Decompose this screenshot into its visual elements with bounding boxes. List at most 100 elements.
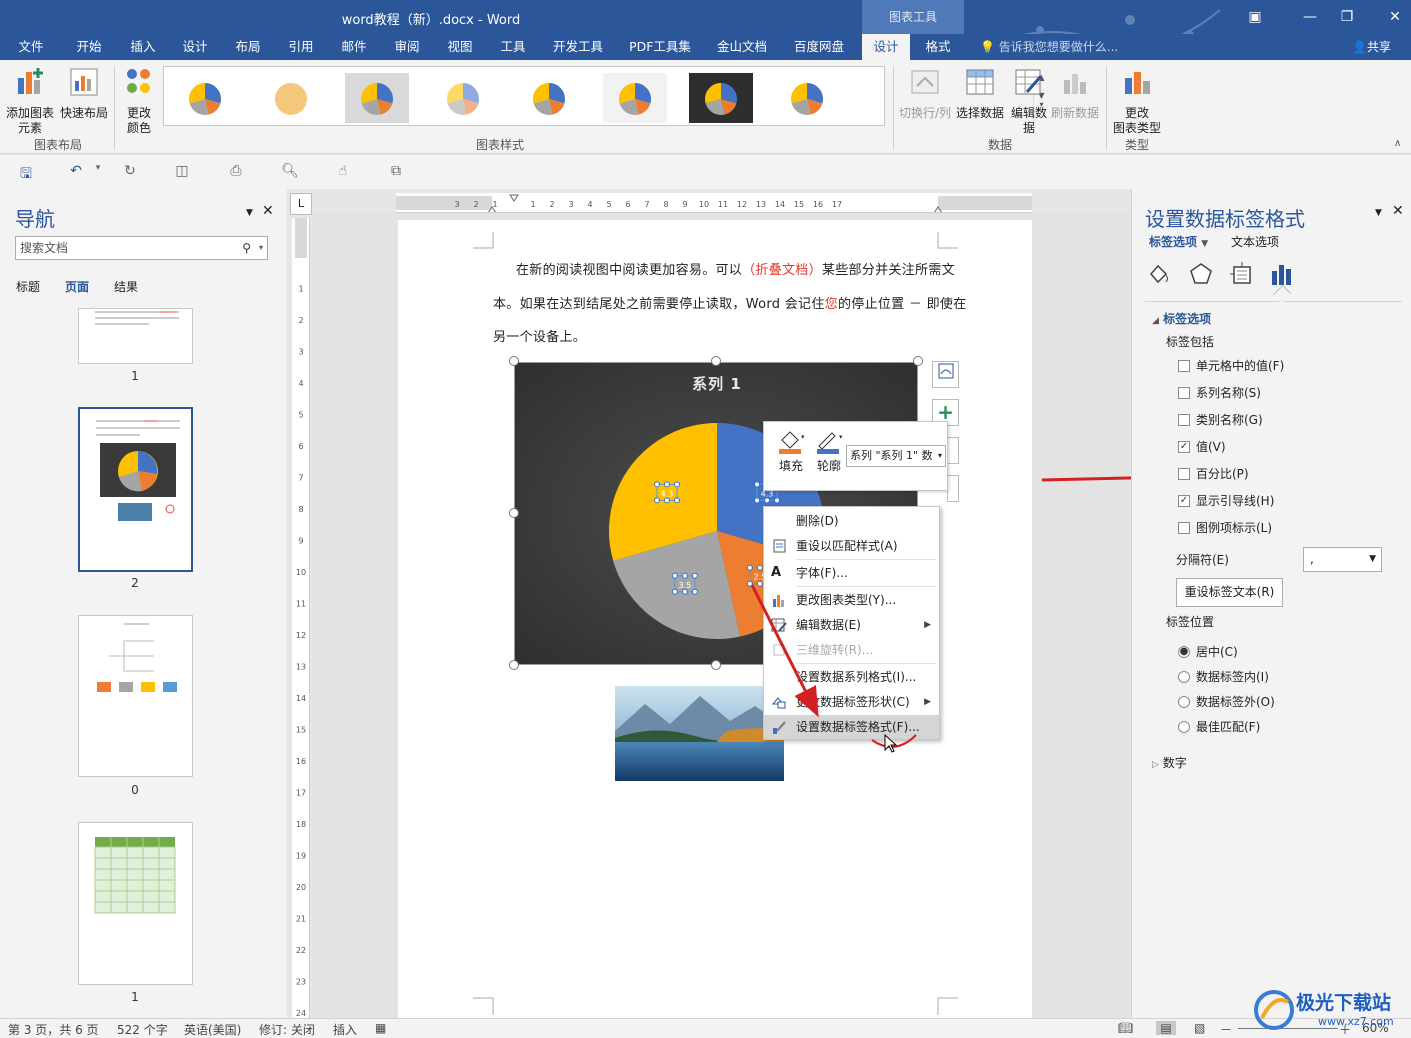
nav-tab-pages[interactable]: 页面 <box>65 278 89 295</box>
checkbox-series-name[interactable]: 系列名称(S) <box>1178 384 1261 402</box>
tab-chart-design[interactable]: 设计 <box>862 34 910 60</box>
tab-file[interactable]: 文件 <box>12 34 50 60</box>
series-selector-dropdown[interactable]: 系列 "系列 1" 数 ▾ <box>846 445 946 467</box>
pane-options-icon[interactable]: ▼ <box>1375 208 1382 218</box>
tab-kingsoft-docs[interactable]: 金山文档 <box>710 34 774 60</box>
page-count[interactable]: 第 3 页，共 6 页 <box>8 1021 99 1038</box>
menu-item-3d-rotation[interactable]: 三维旋转(R)... <box>764 638 939 662</box>
chart-styles-gallery[interactable]: ▲▼▾ <box>163 66 1045 133</box>
pane-close-icon[interactable]: ✕ <box>1392 203 1404 219</box>
print-layout-view-icon[interactable]: ▤ <box>1156 1021 1176 1035</box>
tell-me-box[interactable]: 💡 告诉我您想要做什么... <box>980 34 1118 60</box>
checkbox-percentage[interactable]: 百分比(P) <box>1178 465 1249 483</box>
checkbox-value-from-cells[interactable]: 单元格中的值(F) <box>1178 357 1284 375</box>
chart-filter-icon[interactable] <box>947 475 959 502</box>
checkbox-show-leader-lines[interactable]: ✓ 显示引导线(H) <box>1178 492 1274 510</box>
radio-center[interactable]: ● 居中(C) <box>1178 643 1238 661</box>
customize-icon[interactable]: ⧉ <box>386 163 406 181</box>
tab-stop-selector[interactable]: L <box>290 193 312 215</box>
undo-dropdown-icon[interactable]: ▾ <box>88 163 108 181</box>
nav-tab-headings[interactable]: 标题 <box>16 278 40 295</box>
radio-best-fit[interactable]: 最佳匹配(F) <box>1178 718 1260 736</box>
ribbon-display-button[interactable]: ▣ <box>1240 6 1270 28</box>
section-label-options[interactable]: ◢ 标签选项 <box>1152 310 1211 327</box>
vertical-ruler[interactable]: 1234567891011121314151617181920212223242… <box>292 218 310 1018</box>
layout-options-icon[interactable] <box>932 361 959 388</box>
checkbox-category-name[interactable]: 类别名称(G) <box>1178 411 1263 429</box>
chart-style-option[interactable] <box>688 72 753 123</box>
tab-view[interactable]: 视图 <box>440 34 480 60</box>
nav-close-icon[interactable]: ✕ <box>262 203 274 219</box>
label-options-chart-icon[interactable] <box>1269 261 1295 287</box>
resize-handle[interactable] <box>509 660 519 670</box>
menu-item-format-data-labels[interactable]: 设置数据标签格式(F)... <box>764 715 939 739</box>
track-changes-status[interactable]: 修订: 关闭 <box>259 1021 315 1038</box>
chart-style-option[interactable] <box>258 72 323 123</box>
tab-text-options[interactable]: 文本选项 <box>1231 233 1279 250</box>
read-mode-view-icon[interactable]: 📖︎ <box>1118 1021 1133 1035</box>
section-number[interactable]: ▷ 数字 <box>1152 754 1187 771</box>
menu-item-edit-data[interactable]: 编辑数据(E) ▶ <box>764 613 939 637</box>
separator-dropdown[interactable]: , ▼ <box>1303 547 1382 572</box>
resize-handle[interactable] <box>711 660 721 670</box>
page-thumbnail[interactable] <box>78 308 193 364</box>
undo-icon[interactable]: ↶ <box>66 163 86 181</box>
chart-style-option[interactable] <box>774 72 839 123</box>
find-icon[interactable]: 🔍︎ <box>280 163 300 181</box>
menu-item-format-data-series[interactable]: 设置数据系列格式(I)... <box>764 665 939 689</box>
menu-item-change-chart-type[interactable]: 更改图表类型(Y)... <box>764 588 939 612</box>
close-button[interactable]: ✕ <box>1380 6 1410 28</box>
search-dropdown-icon[interactable]: ▾ <box>259 237 263 259</box>
menu-item-reset-style[interactable]: 重设以匹配样式(A) <box>764 534 939 558</box>
insert-mode[interactable]: 插入 <box>333 1021 357 1038</box>
chart-style-option[interactable] <box>516 72 581 123</box>
collapse-ribbon-icon[interactable]: ∧ <box>1394 138 1401 149</box>
checkbox-legend-key[interactable]: 图例项标示(L) <box>1178 519 1272 537</box>
change-colors-button[interactable]: 更改 颜色 <box>118 66 160 136</box>
share-button[interactable]: 👤共享 <box>1348 34 1391 60</box>
tab-mailings[interactable]: 邮件 <box>334 34 374 60</box>
search-icon[interactable]: ⚲ <box>242 237 251 259</box>
word-count[interactable]: 522 个字 <box>117 1021 168 1038</box>
tab-references[interactable]: 引用 <box>281 34 321 60</box>
page-thumbnail-selected[interactable] <box>78 407 193 572</box>
macro-icon[interactable]: ▦ <box>375 1021 386 1035</box>
page-thumbnail[interactable] <box>78 822 193 985</box>
fill-line-icon[interactable] <box>1146 261 1172 287</box>
save-icon[interactable]: 🖫 <box>16 163 36 182</box>
refresh-data-button[interactable]: 刷新数据 <box>1050 66 1100 121</box>
menu-item-font[interactable]: A 字体(F)... <box>764 561 939 585</box>
outline-button[interactable]: ▾ 轮廓 <box>810 428 848 474</box>
tab-chart-format[interactable]: 格式 <box>916 34 960 60</box>
minimize-button[interactable]: — <box>1295 6 1325 28</box>
restore-button[interactable]: ❐ <box>1332 6 1362 28</box>
chart-style-option[interactable] <box>344 72 409 123</box>
resize-handle[interactable] <box>711 356 721 366</box>
radio-inside-end[interactable]: 数据标签内(I) <box>1178 668 1269 686</box>
zoom-out-icon[interactable]: － <box>1220 1021 1232 1038</box>
touch-mode-icon[interactable]: ☝ <box>333 163 353 181</box>
tab-label-options[interactable]: 标签选项 ▼ <box>1149 233 1208 250</box>
nav-options-icon[interactable]: ▼ <box>246 208 253 218</box>
tab-baidu-netdisk[interactable]: 百度网盘 <box>787 34 851 60</box>
chart-style-option[interactable] <box>602 72 667 123</box>
page-thumbnail[interactable] <box>78 615 193 777</box>
tab-developer[interactable]: 开发工具 <box>547 34 609 60</box>
fill-button[interactable]: ▾ 填充 <box>772 428 810 474</box>
resize-handle[interactable] <box>509 508 519 518</box>
chart-style-option[interactable] <box>172 72 237 123</box>
tab-tools[interactable]: 工具 <box>493 34 533 60</box>
switch-row-column-button[interactable]: 切换行/列 <box>896 66 954 121</box>
menu-item-change-label-shape[interactable]: 更改数据标签形状(C) ▶ <box>764 690 939 714</box>
nav-tab-results[interactable]: 结果 <box>114 278 138 295</box>
landscape-photo[interactable] <box>615 686 784 781</box>
tab-home[interactable]: 开始 <box>68 34 110 60</box>
resize-handle[interactable] <box>509 356 519 366</box>
redo-icon[interactable]: ↻ <box>120 163 140 181</box>
effects-pentagon-icon[interactable] <box>1188 261 1214 287</box>
web-layout-view-icon[interactable]: ▧ <box>1194 1021 1205 1035</box>
nav-search-input[interactable]: 搜索文档 ⚲ ▾ <box>15 236 268 260</box>
tab-review[interactable]: 审阅 <box>387 34 427 60</box>
print-preview-icon[interactable]: ⎙ <box>226 163 246 181</box>
horizontal-ruler[interactable]: 3 2 1 1 2 3 4 5 6 7 8 9 10 11 12 13 14 15 16 17 <box>396 193 1032 213</box>
